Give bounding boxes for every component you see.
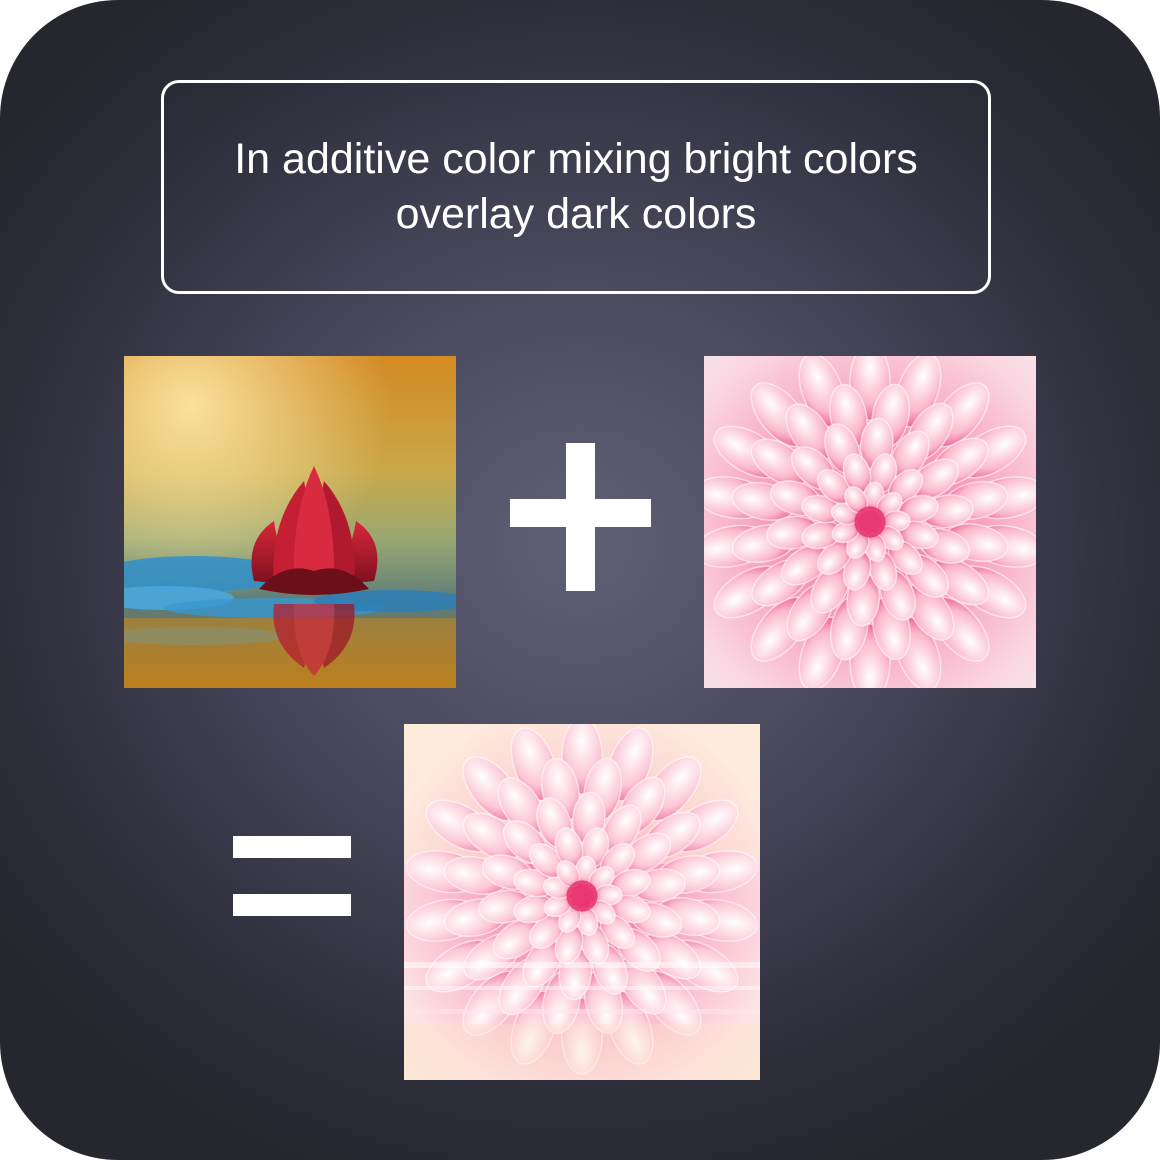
- illustration-card: In additive color mixing bright colors o…: [0, 0, 1160, 1160]
- plus-sign-icon-vertical: [566, 443, 595, 591]
- caption-line-2: overlay dark colors: [395, 190, 757, 238]
- dahlia-photo: [704, 356, 1036, 688]
- caption-line-1: In additive color mixing bright colors: [234, 135, 918, 183]
- water-lily-photo: [124, 356, 456, 688]
- blended-result-photo: [404, 724, 760, 1080]
- caption-box: In additive color mixing bright colors o…: [161, 80, 991, 294]
- equals-sign-icon: [233, 836, 351, 858]
- caption-text: In additive color mixing bright colors o…: [214, 132, 938, 242]
- equals-sign-icon-lower: [233, 894, 351, 916]
